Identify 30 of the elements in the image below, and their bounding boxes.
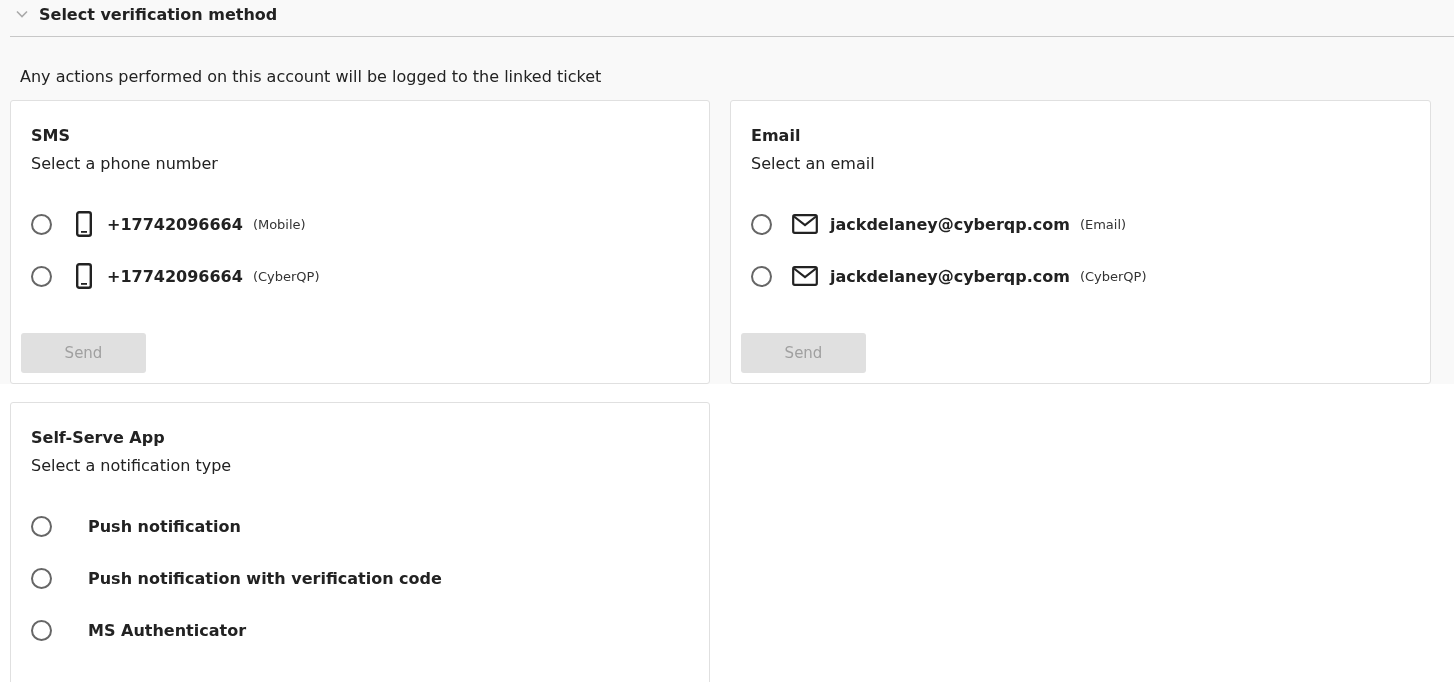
option-label: Push notification [88,516,241,536]
option-label: +17742096664 [107,266,243,286]
option-tag: (CyberQP) [252,268,320,284]
section-title: Select verification method [39,4,278,24]
option-label: +17742096664 [107,214,243,234]
radio-button[interactable] [31,213,52,235]
radio-button[interactable] [31,567,52,589]
envelope-icon [792,266,818,286]
radio-button[interactable] [31,619,52,641]
radio-button[interactable] [751,265,772,287]
card-title: SMS [31,125,71,147]
option-label: jackdelaney@cyberqp.com [830,266,1070,286]
option-label: jackdelaney@cyberqp.com [830,214,1070,234]
envelope-icon [792,214,818,234]
radio-button[interactable] [31,515,52,537]
card-subtitle: Select an email [751,153,876,175]
notice-text: Any actions performed on this account will be logged to the linked ticket [19,66,603,88]
option-tag: (Email) [1079,216,1127,232]
card-subtitle: Select a phone number [31,153,219,175]
option-tag: (Mobile) [252,216,306,232]
option-label: Push notification with verification code [88,568,442,588]
phone-icon [76,211,92,237]
option-tag: (CyberQP) [1079,268,1147,284]
card-subtitle: Select a notification type [31,455,233,477]
radio-button[interactable] [751,213,772,235]
card-title: Email [751,125,802,147]
phone-icon [76,263,92,289]
radio-button[interactable] [31,265,52,287]
option-label: MS Authenticator [88,620,246,640]
card-title: Self-Serve App [31,427,166,449]
